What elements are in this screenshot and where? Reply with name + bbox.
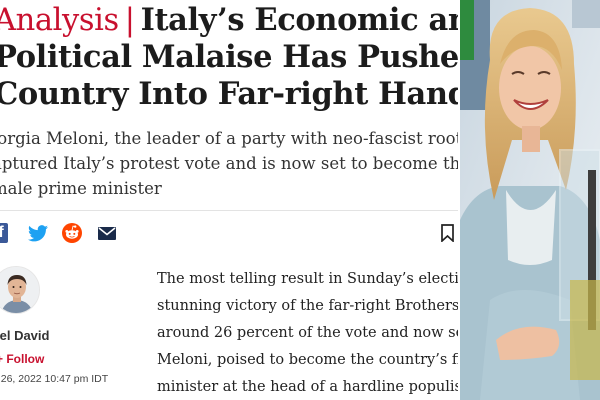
- mail-icon[interactable]: [98, 223, 116, 243]
- headline-text-1: Italy’s Economic an: [140, 2, 458, 38]
- headline-line-2: Political Malaise Has Pushed t: [0, 39, 458, 75]
- twitter-icon[interactable]: [28, 223, 48, 243]
- article-body: The most telling result in Sunday’s elec…: [157, 266, 458, 400]
- body-line-5: minister at the head of a hardline popul…: [157, 379, 458, 395]
- analysis-kicker[interactable]: Analysis: [0, 3, 119, 38]
- article-headline: Analysis | Italy’s Economic an Political M…: [0, 2, 458, 113]
- publish-date: p 26, 2022 10:47 pm IDT: [0, 373, 109, 385]
- subhead-line-2: aptured Italy’s protest vote and is now …: [0, 154, 458, 173]
- headline-line-1: Analysis | Italy’s Economic an: [0, 2, 458, 39]
- kicker-separator: |: [124, 3, 135, 38]
- subhead-line-1: iorgia Meloni, the leader of a party wit…: [0, 129, 458, 148]
- body-line-4: Meloni, poised to become the country’s f…: [157, 352, 458, 368]
- headline-line-3: Country Into Far-right Hands: [0, 76, 458, 112]
- article-panel: Analysis | Italy’s Economic an Political M…: [0, 0, 458, 400]
- article-photo: [460, 0, 600, 400]
- reddit-icon[interactable]: [62, 223, 82, 243]
- bookmark-icon[interactable]: [440, 223, 454, 243]
- follow-label: Follow: [6, 352, 45, 366]
- follow-button[interactable]: + Follow: [0, 352, 44, 366]
- author-avatar[interactable]: [0, 266, 40, 314]
- article-subhead: iorgia Meloni, the leader of a party wit…: [0, 126, 458, 201]
- subhead-line-3: male prime minister: [0, 179, 162, 198]
- body-line-2: stunning victory of the far-right Brothe…: [157, 298, 458, 314]
- body-line-1: The most telling result in Sunday’s elec…: [157, 271, 458, 287]
- author-name[interactable]: iel David: [0, 328, 49, 343]
- body-line-3: around 26 percent of the vote and now se…: [157, 325, 458, 341]
- share-bar: f: [0, 210, 458, 254]
- facebook-icon[interactable]: f: [0, 223, 8, 243]
